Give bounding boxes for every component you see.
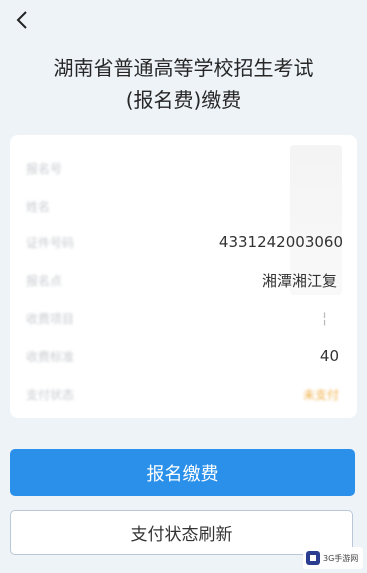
back-button[interactable] xyxy=(10,6,34,34)
watermark-logo-icon xyxy=(306,551,320,565)
watermark: 3G手游网 xyxy=(303,547,363,569)
info-value: 湘潭湘江复 xyxy=(261,271,337,290)
info-label: 收费项目 xyxy=(26,311,75,326)
info-label: 支付状态 xyxy=(26,387,75,402)
chevron-left-icon xyxy=(16,11,27,29)
page-title-line1: 湖南省普通高等学校招生考试 xyxy=(53,56,314,80)
watermark-text: 3G手游网 xyxy=(323,553,359,563)
status-badge: 未支付 xyxy=(302,387,339,402)
page-title-line2: (报名费)缴费 xyxy=(125,88,242,112)
payment-info-card: 报名号 姓名 证件号码 4331242003060 报名点 湘潭湘江复 收费项目… xyxy=(10,135,357,418)
info-row-name: 姓名 xyxy=(10,195,357,217)
info-label: 收费标准 xyxy=(26,349,75,364)
info-label: 报名号 xyxy=(26,161,63,176)
info-row-id-number: 证件号码 4331242003060 xyxy=(10,231,357,253)
pay-button[interactable]: 报名缴费 xyxy=(10,449,355,496)
info-row-registration-site: 报名点 湘潭湘江复 xyxy=(10,269,357,291)
info-row-fee-standard: 收费标准 40 xyxy=(10,345,357,367)
info-row-fee-item: 收费项目 ¦ xyxy=(10,307,357,329)
info-value: 40 xyxy=(319,347,339,365)
info-row-registration-number: 报名号 xyxy=(10,157,357,179)
info-label: 报名点 xyxy=(26,273,63,288)
info-label: 姓名 xyxy=(26,199,51,214)
info-value: 4331242003060 xyxy=(218,233,343,251)
info-value: ¦ xyxy=(321,309,327,327)
info-label: 证件号码 xyxy=(26,235,75,250)
refresh-status-button[interactable]: 支付状态刷新 xyxy=(10,510,353,555)
page-title: 湖南省普通高等学校招生考试 (报名费)缴费 xyxy=(0,52,367,116)
info-row-payment-status: 支付状态 未支付 xyxy=(10,383,357,405)
